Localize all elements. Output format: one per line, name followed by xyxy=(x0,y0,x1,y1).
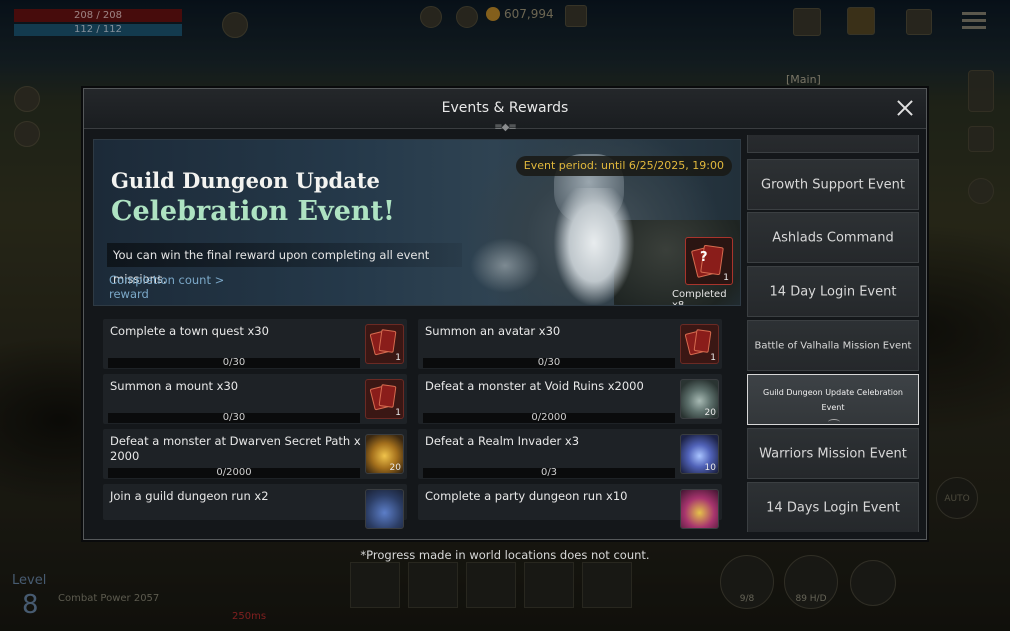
sidebar-item-partial[interactable] xyxy=(747,135,919,153)
reward-item[interactable]: 1 xyxy=(365,324,404,364)
item-qty: 1 xyxy=(395,408,401,418)
mission-row[interactable]: Complete a town quest x30 0/30 1 xyxy=(103,319,407,369)
sidebar-item-label: 14 Days Login Event xyxy=(766,500,900,515)
mission-label: Summon an avatar x30 xyxy=(425,324,561,338)
mission-row[interactable]: Defeat a monster at Dwarven Secret Path … xyxy=(103,429,407,479)
event-period: Event period: until 6/25/2025, 19:00 xyxy=(515,156,732,176)
close-icon[interactable] xyxy=(894,97,916,119)
banner-subtitle: Celebration Event! xyxy=(111,196,395,227)
mission-row[interactable]: Defeat a Realm Invader x3 0/3 10 xyxy=(418,429,722,479)
mission-progress: 0/2000 xyxy=(423,412,675,423)
progress-text: 0/30 xyxy=(222,412,246,423)
progress-text: 0/2000 xyxy=(216,467,252,478)
mission-progress: 0/3 xyxy=(423,467,675,478)
banner-art xyxy=(549,188,639,305)
mission-list: Complete a town quest x30 0/30 1 Summon … xyxy=(103,319,724,529)
sidebar-item-label: 14 Day Login Event xyxy=(769,284,897,299)
card-pack-icon: ? xyxy=(690,244,725,279)
completion-count-link[interactable]: Completion count > reward xyxy=(109,273,224,301)
progress-text: 0/30 xyxy=(537,357,561,368)
sidebar-item-label: Growth Support Event xyxy=(761,177,905,192)
events-rewards-modal: Events & Rewards ≡◆≡ Event period: until… xyxy=(83,88,927,540)
sidebar-item-guild-dungeon[interactable]: Guild Dungeon Update Celebration Event xyxy=(747,374,919,425)
final-reward-item[interactable]: ? 1 xyxy=(685,237,733,285)
item-qty: 10 xyxy=(704,463,716,473)
reward-qty: 1 xyxy=(723,273,729,283)
orb-icon[interactable] xyxy=(365,489,404,529)
reward-glyph: ? xyxy=(700,250,708,265)
event-sidebar[interactable]: Growth Support Event Ashlads Command 14 … xyxy=(747,135,921,532)
sidebar-item-valhalla-mission[interactable]: Battle of Valhalla Mission Event xyxy=(747,320,919,371)
sidebar-item-warriors-mission[interactable]: Warriors Mission Event xyxy=(747,428,919,479)
mission-label: Join a guild dungeon run x2 xyxy=(110,489,269,503)
banner-title: Guild Dungeon Update xyxy=(111,168,380,193)
mission-label: Defeat a Realm Invader x3 xyxy=(425,434,580,448)
sidebar-item-label: Battle of Valhalla Mission Event xyxy=(754,340,912,351)
footnote: *Progress made in world locations does n… xyxy=(360,548,650,562)
mission-row[interactable]: Complete a party dungeon run x10 xyxy=(418,484,722,529)
mission-progress: 0/30 xyxy=(108,412,360,423)
stone-icon[interactable]: 20 xyxy=(680,379,719,419)
crystal-icon[interactable]: 10 xyxy=(680,434,719,474)
sidebar-item-label: Ashlads Command xyxy=(772,230,894,245)
progress-text: 0/3 xyxy=(540,467,558,478)
progress-text: 0/2000 xyxy=(531,412,567,423)
modal-header: Events & Rewards ≡◆≡ xyxy=(84,89,926,133)
sidebar-item-ashlads-command[interactable]: Ashlads Command xyxy=(747,212,919,263)
event-banner: Event period: until 6/25/2025, 19:00 Gui… xyxy=(93,139,741,306)
mission-progress: 0/30 xyxy=(423,357,675,368)
mission-label: Complete a town quest x30 xyxy=(110,324,269,338)
reward-completed: Completed x8 xyxy=(672,289,727,306)
sidebar-item-growth-support[interactable]: Growth Support Event xyxy=(747,159,919,210)
sidebar-item-label: Guild Dungeon Update Celebration Event xyxy=(763,387,903,412)
banner-description: You can win the final reward upon comple… xyxy=(107,243,462,286)
sidebar-item-label: Warriors Mission Event xyxy=(759,446,907,461)
mission-label: Summon a mount x30 xyxy=(110,379,239,393)
item-qty: 1 xyxy=(710,353,716,363)
item-qty: 20 xyxy=(704,408,716,418)
item-qty: 1 xyxy=(395,353,401,363)
reward-item[interactable]: 1 xyxy=(680,324,719,364)
mission-label: Defeat a monster at Dwarven Secret Path … xyxy=(110,434,361,463)
mission-progress: 0/2000 xyxy=(108,467,360,478)
ornament-icon: ≡◆≡ xyxy=(494,122,516,133)
mission-label: Complete a party dungeon run x10 xyxy=(425,489,628,503)
modal-title: Events & Rewards xyxy=(441,100,569,116)
mission-progress: 0/30 xyxy=(108,357,360,368)
sidebar-item-14-day-login[interactable]: 14 Day Login Event xyxy=(747,266,919,317)
mission-row[interactable]: Summon an avatar x30 0/30 1 xyxy=(418,319,722,369)
progress-text: 0/30 xyxy=(222,357,246,368)
reward-item[interactable]: 1 xyxy=(365,379,404,419)
mission-row[interactable]: Join a guild dungeon run x2 xyxy=(103,484,407,529)
banner-art xyxy=(470,238,540,293)
mission-label: Defeat a monster at Void Ruins x2000 xyxy=(425,379,644,393)
mission-row[interactable]: Summon a mount x30 0/30 1 xyxy=(103,374,407,424)
completion-link-line: reward xyxy=(109,287,149,301)
mission-row[interactable]: Defeat a monster at Void Ruins x2000 0/2… xyxy=(418,374,722,424)
completion-link-line: Completion count > xyxy=(109,273,225,287)
item-qty: 20 xyxy=(389,463,401,473)
sidebar-item-14-days-login[interactable]: 14 Days Login Event xyxy=(747,482,919,532)
chest-icon[interactable] xyxy=(680,489,719,529)
gem-icon[interactable]: 20 xyxy=(365,434,404,474)
